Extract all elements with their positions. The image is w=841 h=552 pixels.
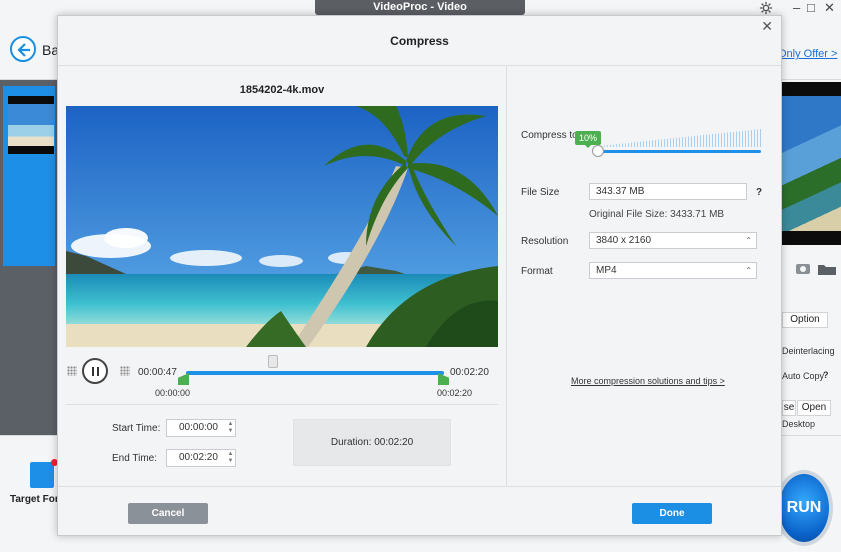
browse-button[interactable]: se: [782, 400, 796, 416]
folder-icon: [818, 265, 836, 275]
trim-end-marker[interactable]: [438, 373, 449, 385]
app-title: VideoProc - Video: [315, 0, 525, 15]
pause-button[interactable]: [82, 358, 108, 384]
format-select[interactable]: MP4 ⌃: [589, 262, 757, 279]
preview-pane: 1854202-4k.mov 00:00:47 00:02:20 00:00:0…: [58, 66, 506, 486]
start-time-value: 00:00:00: [179, 422, 218, 433]
dialog-footer: Cancel Done: [58, 486, 781, 537]
format-value: MP4: [596, 265, 617, 276]
frame-forward-icon[interactable]: [120, 366, 130, 376]
start-time-input[interactable]: 00:00:00 ▲ ▼: [166, 419, 236, 437]
deinterlacing-label[interactable]: Deinterlacing: [782, 346, 835, 356]
resolution-label: Resolution: [521, 236, 569, 247]
compress-slider[interactable]: [589, 126, 761, 160]
duration-label: Duration:: [330, 437, 372, 448]
output-folder-path: Desktop: [782, 419, 816, 429]
snapshot-folder-icons[interactable]: [788, 262, 838, 276]
option-button[interactable]: Option: [782, 312, 828, 328]
window-minimize-button[interactable]: –: [793, 0, 800, 16]
dialog-title: Compress: [58, 16, 781, 66]
duration-display: Duration: 00:02:20: [293, 419, 451, 466]
format-chevron-icon: ⌃: [745, 266, 752, 275]
compress-dialog: Compress ✕ 1854202-4k.mov 00:00:47 00:02…: [57, 15, 782, 536]
file-size-value: 343.37 MB: [596, 186, 645, 197]
back-arrow-icon: [17, 43, 30, 57]
frame-back-icon[interactable]: [67, 366, 77, 376]
target-format-label[interactable]: Target For: [10, 494, 59, 505]
auto-copy-label[interactable]: Auto Copy: [782, 371, 824, 381]
auto-copy-help-icon[interactable]: ?: [823, 370, 829, 380]
run-button[interactable]: RUN: [775, 470, 833, 546]
total-time: 00:02:20: [450, 367, 489, 378]
compression-tips-link[interactable]: More compression solutions and tips >: [571, 376, 725, 386]
compress-slider-track[interactable]: [597, 150, 761, 153]
target-format-icon[interactable]: [30, 459, 58, 488]
current-time: 00:00:47: [138, 367, 177, 378]
compress-to-label: Compress to: [521, 130, 578, 141]
settings-pane: Compress to 10% File Size 343.37 MB ? Or…: [506, 66, 782, 486]
trim-end-label: 00:02:20: [437, 388, 473, 398]
trim-start-label: 00:00:00: [155, 388, 191, 398]
resolution-value: 3840 x 2160: [596, 235, 652, 246]
duration-value: 00:02:20: [374, 437, 414, 448]
source-video-list: [0, 80, 58, 435]
resolution-chevron-icon: ⌃: [745, 236, 752, 245]
video-thumbnail-selected[interactable]: [3, 86, 55, 266]
end-time-value: 00:02:20: [179, 452, 218, 463]
resolution-select[interactable]: 3840 x 2160 ⌃: [589, 232, 757, 249]
compress-slider-knob[interactable]: [592, 145, 604, 157]
preview-thumbnail: [782, 82, 841, 245]
format-label: Format: [521, 266, 553, 277]
trim-start-marker[interactable]: [178, 373, 189, 385]
timeline-track[interactable]: [186, 371, 444, 375]
offer-link[interactable]: Only Offer >: [778, 48, 837, 60]
compress-ramp-graphic: [589, 129, 761, 147]
file-size-label: File Size: [521, 187, 560, 198]
end-time-input[interactable]: 00:02:20 ▲ ▼: [166, 449, 236, 467]
file-size-input[interactable]: 343.37 MB: [589, 183, 747, 200]
original-file-size: Original File Size: 3433.71 MB: [589, 209, 725, 220]
file-name: 1854202-4k.mov: [239, 84, 325, 96]
end-time-label: End Time:: [112, 453, 158, 464]
file-size-help-icon[interactable]: ?: [756, 187, 762, 198]
open-folder-button[interactable]: Open: [797, 400, 831, 416]
compress-percent-badge: 10%: [575, 131, 601, 148]
done-button[interactable]: Done: [632, 503, 712, 524]
playhead-handle[interactable]: [268, 355, 278, 368]
window-maximize-button[interactable]: □: [807, 0, 815, 16]
back-button[interactable]: [10, 36, 36, 62]
end-time-stepper-icon[interactable]: ▲ ▼: [227, 451, 234, 465]
start-time-stepper-icon[interactable]: ▲ ▼: [227, 421, 234, 435]
thumbnail-image: [8, 96, 54, 154]
divider: [66, 404, 498, 405]
cancel-button[interactable]: Cancel: [128, 503, 208, 524]
video-preview[interactable]: [66, 106, 498, 347]
beach-scene-image: [66, 106, 498, 347]
start-time-label: Start Time:: [112, 423, 161, 434]
window-close-button[interactable]: ✕: [824, 0, 835, 16]
dialog-close-icon[interactable]: ✕: [761, 18, 773, 34]
